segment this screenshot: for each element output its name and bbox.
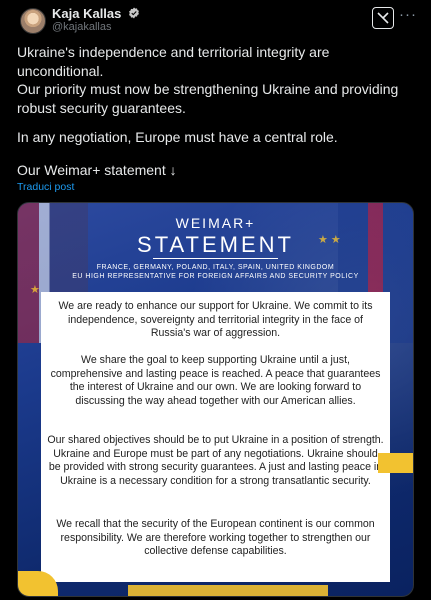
translate-link[interactable]: Traduci post	[17, 181, 74, 193]
post-paragraph: Ukraine's independence and territorial i…	[17, 44, 330, 79]
statement-paragraph: We share the goal to keep supporting Ukr…	[50, 354, 381, 407]
author-name[interactable]: Kaja Kallas	[52, 6, 121, 21]
statement-card: We are ready to enhance our support for …	[41, 292, 390, 582]
post-image[interactable]: ★ ★ ★ WEIMAR+ STATEMENT FRANCE, GERMANY,…	[17, 202, 414, 597]
author-handle[interactable]: @kajakallas	[52, 21, 111, 33]
statement-paragraph: Our shared objectives should be to put U…	[47, 434, 384, 487]
statement-paragraph: We are ready to enhance our support for …	[58, 300, 373, 340]
eu-stars-decoration: ★	[30, 284, 40, 296]
statement-heading-small: WEIMAR+	[175, 215, 256, 231]
more-icon[interactable]: ···	[399, 6, 417, 23]
post-paragraph: Our Weimar+ statement ↓	[17, 162, 177, 178]
heading-divider	[153, 258, 278, 259]
post-paragraph: In any negotiation, Europe must have a c…	[17, 129, 338, 145]
grok-icon[interactable]	[372, 7, 394, 29]
statement-representative: EU HIGH REPRESENTATIVE FOR FOREIGN AFFAI…	[72, 273, 359, 280]
author-name-row[interactable]: Kaja Kallas	[52, 6, 140, 21]
statement-countries: FRANCE, GERMANY, POLAND, ITALY, SPAIN, U…	[96, 264, 335, 271]
post-header: Kaja Kallas @kajakallas ···	[0, 0, 431, 34]
statement-heading-large: STATEMENT	[137, 232, 294, 257]
verified-badge-icon	[129, 7, 139, 19]
post-paragraph: Our priority must now be strengthening U…	[17, 81, 399, 116]
yellow-decoration	[378, 453, 413, 473]
avatar[interactable]	[20, 8, 46, 34]
statement-paragraph: We recall that the security of the Europ…	[56, 518, 375, 558]
yellow-decoration	[128, 585, 328, 596]
statement-subheading: FRANCE, GERMANY, POLAND, ITALY, SPAIN, U…	[18, 263, 413, 281]
